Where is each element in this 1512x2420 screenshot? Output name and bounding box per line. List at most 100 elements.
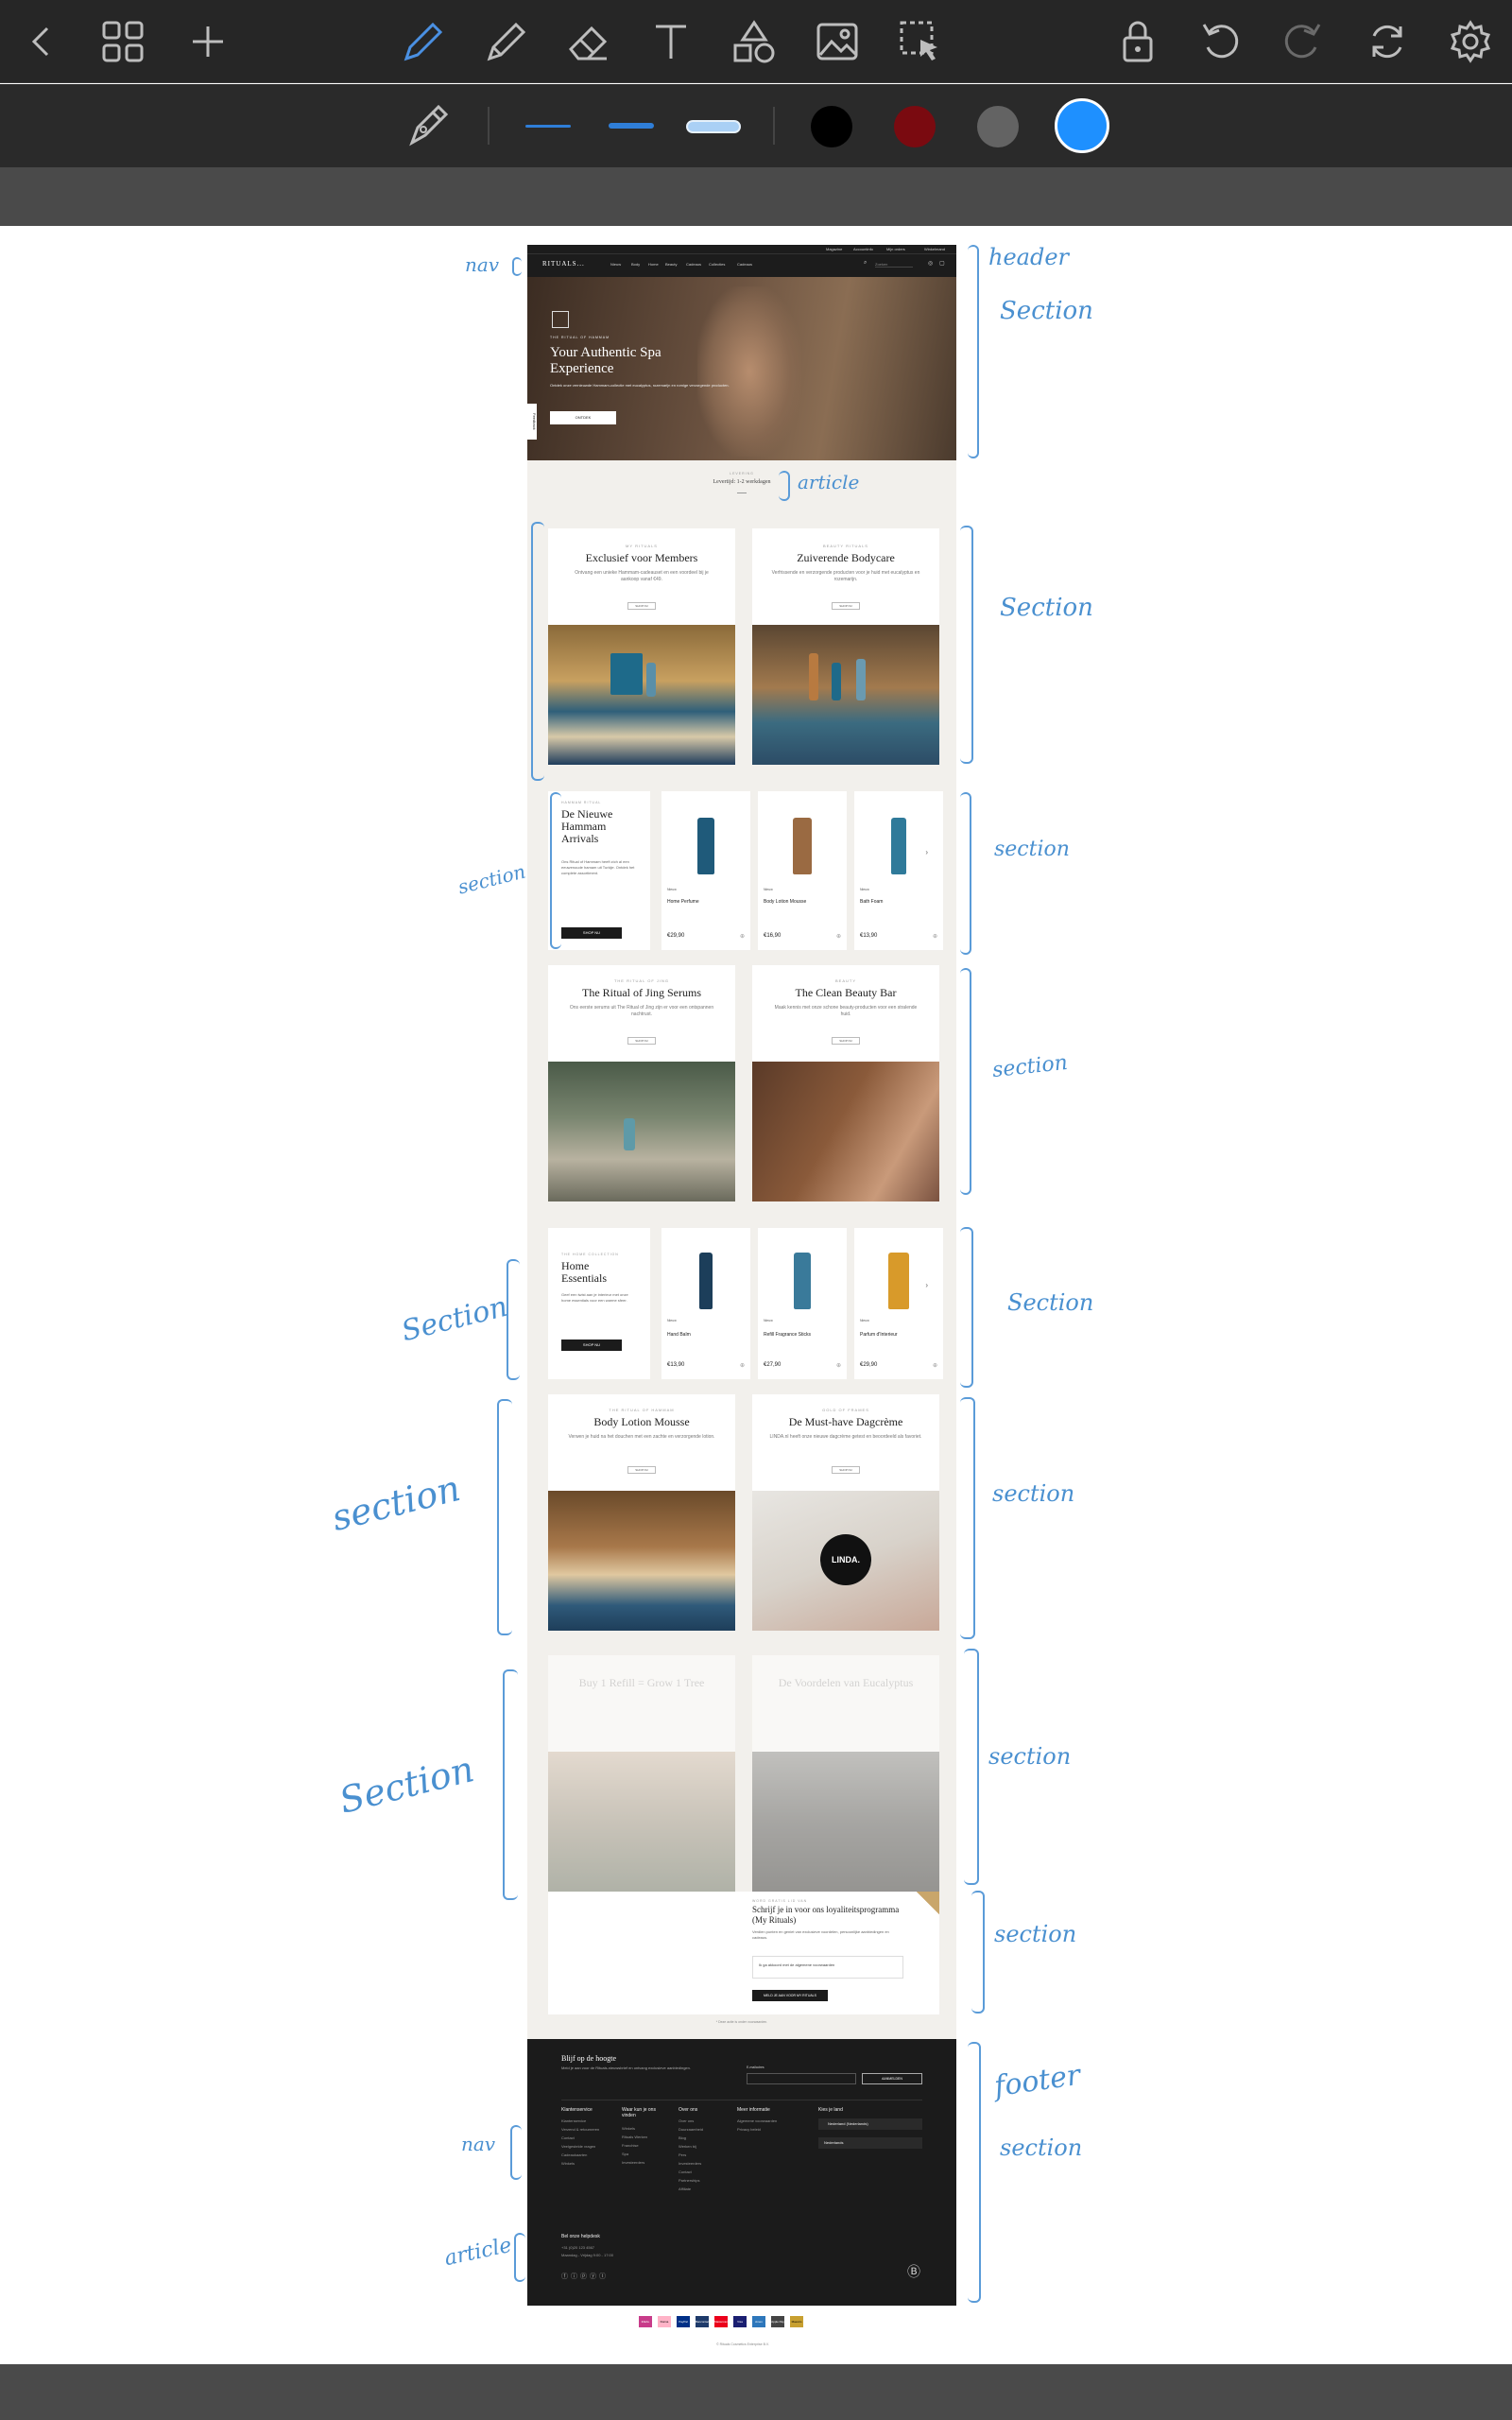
card-button[interactable]: SHOP NU bbox=[832, 1037, 860, 1045]
footer-link[interactable]: Algemene voorwaarden bbox=[737, 2117, 777, 2125]
footer-link[interactable]: Cadeaukaarten bbox=[561, 2151, 587, 2159]
pen-icon[interactable] bbox=[395, 15, 448, 68]
product-card[interactable]: Nieuw Bath Foam €13,90 ⊕ › bbox=[854, 791, 943, 950]
footer-link[interactable]: Pers bbox=[679, 2151, 686, 2159]
nav-link[interactable]: Cadeaus bbox=[686, 262, 701, 267]
pencil-icon[interactable] bbox=[478, 15, 531, 68]
footer-link[interactable]: Partnerships bbox=[679, 2176, 699, 2185]
feedback-tab[interactable]: Feedback bbox=[527, 404, 537, 440]
footer-link[interactable]: Affiliate bbox=[679, 2185, 691, 2193]
promo-card[interactable]: BEAUTY The Clean Beauty Bar Maak kennis … bbox=[752, 965, 939, 1201]
footer-link[interactable]: Investeerders bbox=[622, 2158, 644, 2167]
footer-link[interactable]: Winkels bbox=[622, 2124, 635, 2133]
newsletter-button[interactable]: AANMELDEN bbox=[862, 2073, 922, 2084]
footer-link[interactable]: Veelgestelde vragen bbox=[561, 2142, 595, 2151]
footer-link[interactable]: Klantenservice bbox=[561, 2117, 586, 2125]
topbar-link[interactable]: Winkelmand bbox=[924, 247, 945, 251]
promo-card[interactable]: BEAUTY RITUALS Zuiverende Bodycare Verfr… bbox=[752, 528, 939, 765]
settings-icon[interactable] bbox=[1444, 15, 1497, 68]
promo-card[interactable]: THE RITUAL OF JING The Ritual of Jing Se… bbox=[548, 965, 735, 1201]
nav-link[interactable]: Body bbox=[631, 262, 640, 267]
add-to-cart-icon[interactable]: ⊕ bbox=[933, 933, 937, 940]
footer-link[interactable]: Blog bbox=[679, 2134, 686, 2142]
footer-link[interactable]: Werken bij bbox=[679, 2142, 696, 2151]
feature-button[interactable]: SHOP NU bbox=[561, 927, 622, 939]
eraser-icon[interactable] bbox=[561, 15, 614, 68]
footer-link[interactable]: Contact bbox=[679, 2168, 692, 2176]
cart-icon[interactable]: ▢ bbox=[939, 260, 945, 267]
card-button[interactable]: SHOP NU bbox=[627, 602, 656, 610]
card-button[interactable]: SHOP NU bbox=[627, 1466, 656, 1474]
card-button[interactable]: SHOP NU bbox=[832, 602, 860, 610]
color-swatch-red[interactable] bbox=[894, 106, 936, 147]
nav-link[interactable]: Cadeaus bbox=[737, 262, 752, 267]
promo-card[interactable]: THE RITUAL OF HAMMAM Body Lotion Mousse … bbox=[548, 1394, 735, 1631]
stroke-thick[interactable] bbox=[686, 120, 741, 133]
add-to-cart-icon[interactable]: ⊕ bbox=[740, 1362, 745, 1369]
add-to-cart-icon[interactable]: ⊕ bbox=[836, 1362, 841, 1369]
image-icon[interactable] bbox=[811, 15, 864, 68]
footer-link[interactable]: Spa bbox=[622, 2150, 628, 2158]
topbar-link[interactable]: Accountinfo bbox=[853, 247, 873, 251]
redo-icon[interactable] bbox=[1276, 15, 1329, 68]
search-icon[interactable]: ⌕ bbox=[864, 260, 867, 267]
add-to-cart-icon[interactable]: ⊕ bbox=[740, 933, 745, 940]
promo-card[interactable]: MY RITUALS Exclusief voor Members Ontvan… bbox=[548, 528, 735, 765]
hero-button[interactable]: ONTDEK bbox=[550, 411, 616, 424]
product-card[interactable]: Nieuw Home Perfume €29,90 ⊕ bbox=[662, 791, 750, 950]
undo-icon[interactable] bbox=[1194, 15, 1247, 68]
lock-icon[interactable] bbox=[1111, 15, 1164, 68]
card-button[interactable]: SHOP NU bbox=[832, 1466, 860, 1474]
account-icon[interactable]: ◎ bbox=[928, 260, 933, 267]
stroke-medium[interactable] bbox=[609, 123, 654, 129]
product-card[interactable]: Nieuw Refill Fragrance Sticks €27,90 ⊕ bbox=[758, 1228, 847, 1379]
color-swatch-black[interactable] bbox=[811, 106, 852, 147]
promo-card[interactable]: GOLD OF FRAMES De Must-have Dagcrème LIN… bbox=[752, 1394, 939, 1631]
topbar-link[interactable]: Mijn orders bbox=[886, 247, 905, 251]
plus-icon[interactable] bbox=[181, 15, 234, 68]
topbar-link[interactable]: Magazine bbox=[826, 247, 842, 251]
footer-link[interactable]: Franchise bbox=[622, 2141, 639, 2150]
stroke-thin[interactable] bbox=[525, 125, 571, 128]
nav-link[interactable]: Nieuw bbox=[610, 262, 621, 267]
color-swatch-gray[interactable] bbox=[977, 106, 1019, 147]
lasso-select-icon[interactable] bbox=[894, 15, 947, 68]
footer-link[interactable]: Duurzaamheid bbox=[679, 2125, 703, 2134]
add-to-cart-icon[interactable]: ⊕ bbox=[836, 933, 841, 940]
color-swatch-blue-selected[interactable] bbox=[1055, 98, 1109, 153]
add-to-cart-icon[interactable]: ⊕ bbox=[933, 1362, 937, 1369]
newsletter-email-input[interactable] bbox=[747, 2073, 856, 2084]
footer-link[interactable]: Privacy beleid bbox=[737, 2125, 761, 2134]
country-select[interactable]: Nederland (Nederlands) bbox=[818, 2118, 922, 2130]
site-logo[interactable]: RITUALS... bbox=[542, 260, 585, 268]
nav-link[interactable]: Collecties bbox=[709, 262, 725, 267]
chevron-right-icon[interactable]: › bbox=[925, 1281, 928, 1289]
terms-checkbox[interactable]: Ik ga akkoord met de algemene voorwaarde… bbox=[752, 1956, 903, 1979]
footer-link[interactable]: Contact bbox=[561, 2134, 575, 2142]
language-select[interactable]: Nederlands bbox=[818, 2137, 922, 2149]
product-card[interactable]: Nieuw Hand Balm €13,90 ⊕ bbox=[662, 1228, 750, 1379]
product-card[interactable]: Nieuw Parfum d'Interieur €29,90 ⊕ › bbox=[854, 1228, 943, 1379]
grid-icon[interactable] bbox=[96, 15, 149, 68]
search-input[interactable]: Zoeken bbox=[875, 262, 913, 268]
chevron-right-icon[interactable]: › bbox=[925, 848, 928, 856]
footer-link[interactable]: Rituals Werken bbox=[622, 2133, 647, 2141]
shapes-icon[interactable] bbox=[728, 15, 781, 68]
footer-link[interactable]: Verzend & retourneren bbox=[561, 2125, 599, 2134]
loyalty-button[interactable]: MELD JE AAN VOOR MY RITUALS bbox=[752, 1990, 828, 2001]
nav-link[interactable]: Beauty bbox=[665, 262, 677, 267]
nav-link[interactable]: Home bbox=[648, 262, 659, 267]
promo-card[interactable]: De Voordelen van Eucalyptus bbox=[752, 1655, 939, 1892]
social-icons[interactable]: ⓕⓘⓟⓨⓣ bbox=[561, 2272, 609, 2281]
feature-button[interactable]: SHOP NU bbox=[561, 1340, 622, 1351]
footer-link[interactable]: Over ons bbox=[679, 2117, 694, 2125]
card-button[interactable]: SHOP NU bbox=[627, 1037, 656, 1045]
promo-card[interactable]: Buy 1 Refill = Grow 1 Tree bbox=[548, 1655, 735, 1892]
back-icon[interactable] bbox=[15, 15, 68, 68]
fountain-pen-icon[interactable] bbox=[401, 99, 454, 152]
footer-link[interactable]: Investeerders bbox=[679, 2159, 701, 2168]
product-card[interactable]: Nieuw Body Lotion Mousse €16,90 ⊕ bbox=[758, 791, 847, 950]
text-icon[interactable] bbox=[644, 15, 697, 68]
footer-link[interactable]: Winkels bbox=[561, 2159, 575, 2168]
sync-icon[interactable] bbox=[1361, 15, 1414, 68]
